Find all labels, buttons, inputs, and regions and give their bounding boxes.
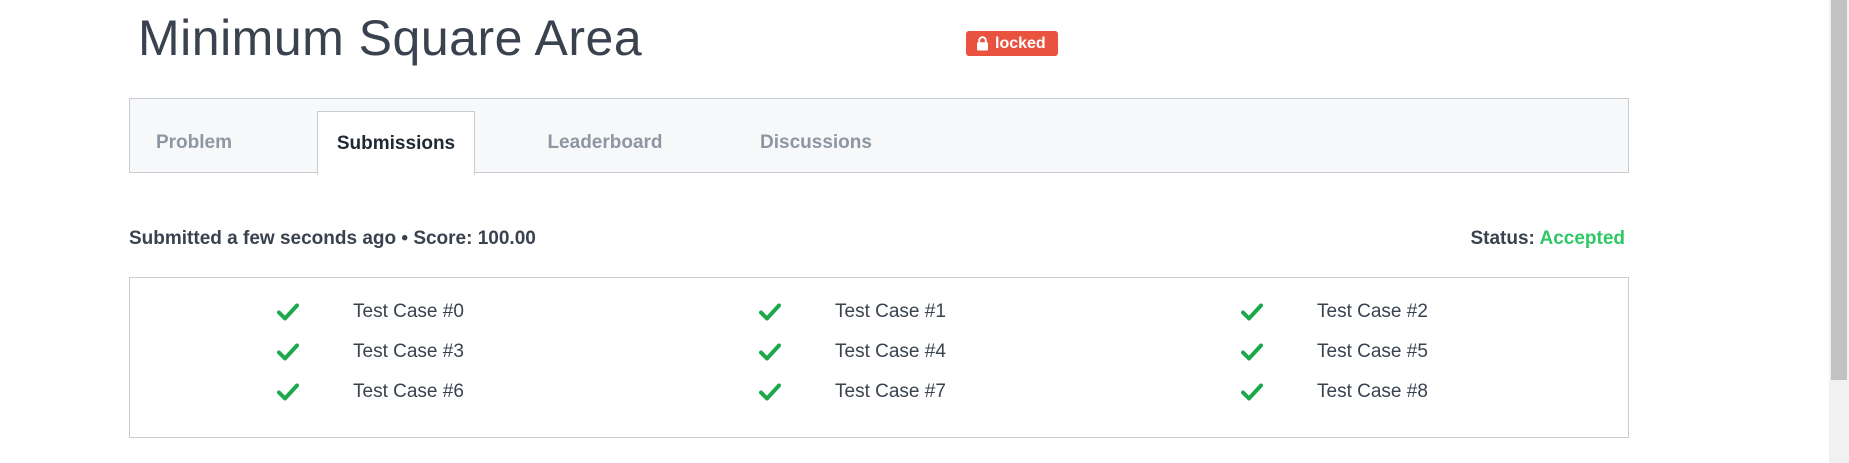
scrollbar-thumb[interactable]	[1831, 0, 1847, 380]
tab-discussions[interactable]: Discussions	[741, 111, 891, 174]
test-case-3[interactable]: Test Case #3	[277, 337, 464, 367]
test-case-label: Test Case #1	[835, 301, 946, 322]
test-cases-panel: Test Case #0 Test Case #1 Test Case #2 T…	[129, 277, 1629, 438]
checkmark-icon	[759, 381, 781, 403]
test-case-4[interactable]: Test Case #4	[759, 337, 946, 367]
scrollbar[interactable]	[1829, 0, 1849, 463]
test-case-label: Test Case #6	[353, 381, 464, 402]
status-value: Accepted	[1539, 228, 1625, 249]
lock-icon	[976, 36, 989, 51]
test-case-0[interactable]: Test Case #0	[277, 297, 464, 327]
page-title: Minimum Square Area	[138, 10, 643, 66]
test-case-2[interactable]: Test Case #2	[1241, 297, 1428, 327]
tab-leaderboard[interactable]: Leaderboard	[525, 111, 685, 174]
submission-summary: Submitted a few seconds ago • Score: 100…	[129, 228, 536, 249]
test-case-8[interactable]: Test Case #8	[1241, 377, 1428, 407]
test-case-5[interactable]: Test Case #5	[1241, 337, 1428, 367]
checkmark-icon	[277, 301, 299, 323]
test-case-label: Test Case #5	[1317, 341, 1428, 362]
status-label: Status:	[1470, 228, 1535, 249]
test-case-1[interactable]: Test Case #1	[759, 297, 946, 327]
tab-problem[interactable]: Problem	[130, 111, 258, 174]
test-case-label: Test Case #0	[353, 301, 464, 322]
locked-badge: locked	[966, 31, 1058, 56]
submission-status: Status: Accepted	[1470, 226, 1625, 252]
test-case-label: Test Case #3	[353, 341, 464, 362]
checkmark-icon	[1241, 341, 1263, 363]
checkmark-icon	[1241, 381, 1263, 403]
page: Minimum Square Area locked Problem Submi…	[0, 0, 1849, 463]
checkmark-icon	[277, 341, 299, 363]
tab-bar: Problem Submissions Leaderboard Discussi…	[129, 98, 1629, 175]
checkmark-icon	[759, 341, 781, 363]
test-case-label: Test Case #2	[1317, 301, 1428, 322]
test-case-6[interactable]: Test Case #6	[277, 377, 464, 407]
test-case-7[interactable]: Test Case #7	[759, 377, 946, 407]
checkmark-icon	[277, 381, 299, 403]
checkmark-icon	[1241, 301, 1263, 323]
test-case-label: Test Case #8	[1317, 381, 1428, 402]
test-case-label: Test Case #7	[835, 381, 946, 402]
badge-label: locked	[995, 34, 1046, 52]
tab-submissions[interactable]: Submissions	[317, 111, 475, 175]
test-case-label: Test Case #4	[835, 341, 946, 362]
checkmark-icon	[759, 301, 781, 323]
